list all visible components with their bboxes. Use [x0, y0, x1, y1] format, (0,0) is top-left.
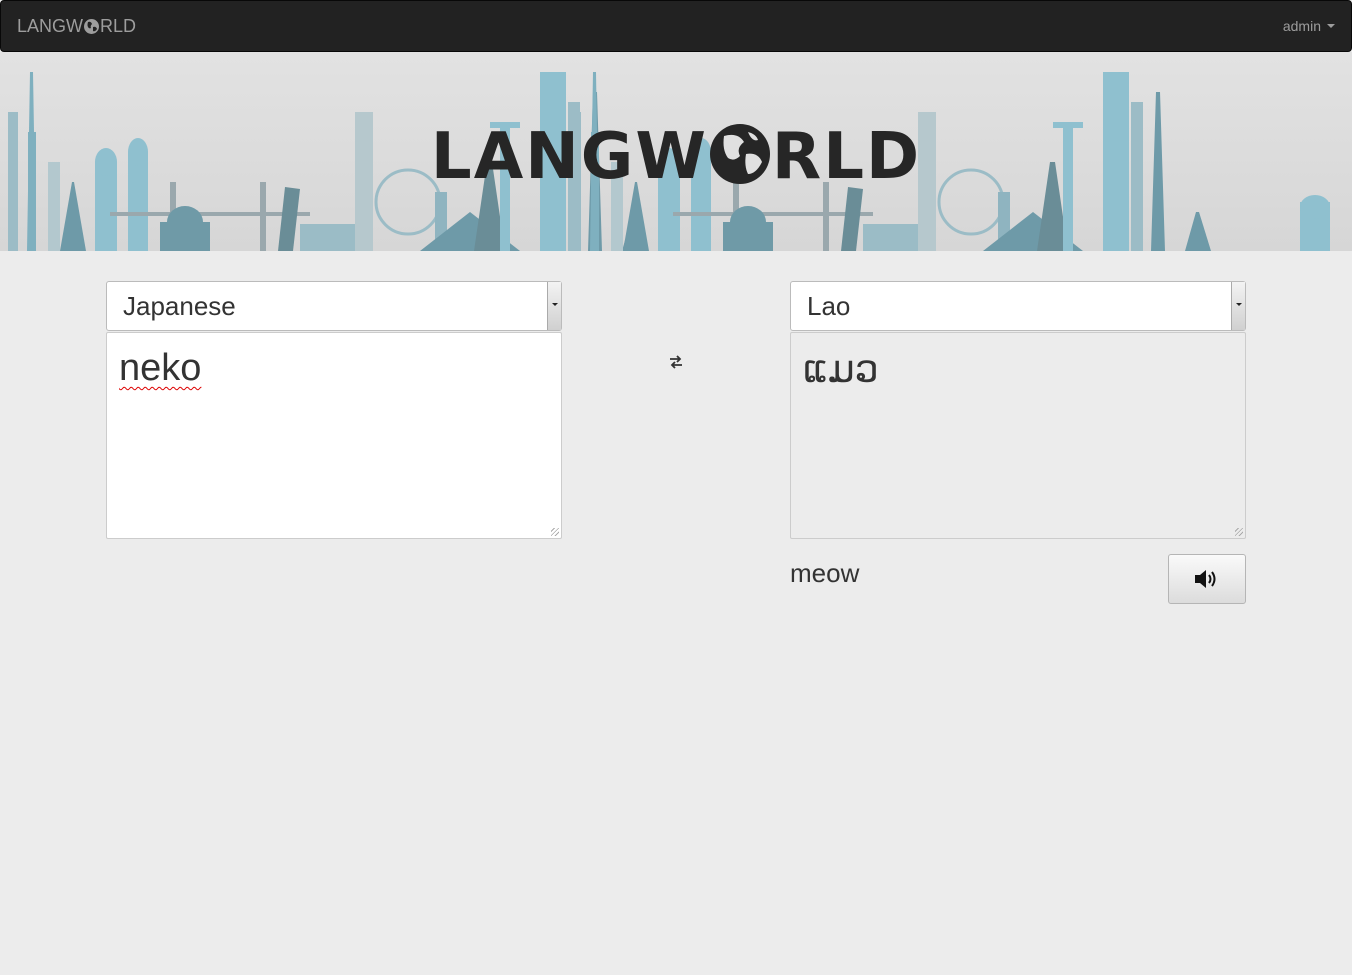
source-language-value: Japanese	[123, 291, 236, 321]
select-arrow-icon	[547, 282, 561, 330]
resize-handle[interactable]	[551, 528, 559, 536]
volume-up-icon	[1195, 570, 1216, 588]
user-menu-dropdown[interactable]: admin	[1283, 18, 1335, 34]
globe-icon	[709, 124, 770, 184]
caret-down-icon	[1327, 24, 1335, 28]
globe-icon	[84, 19, 100, 34]
target-text: ແມວ	[803, 349, 879, 391]
target-language-value: Lao	[807, 291, 851, 321]
source-language-select[interactable]: Japanese	[106, 281, 562, 331]
target-language-select[interactable]: Lao	[790, 281, 1246, 331]
hero-logo: LANGW RLD	[0, 120, 1352, 194]
resize-handle[interactable]	[1235, 528, 1243, 536]
source-text-input[interactable]: neko	[106, 332, 562, 539]
target-text-output[interactable]: ແມວ	[790, 332, 1246, 539]
hero-logo-prefix: LANGW	[430, 120, 708, 194]
source-text: neko	[119, 347, 202, 389]
transliteration-text: meow	[790, 558, 860, 588]
hero-banner: LANGW RLD	[0, 52, 1352, 251]
user-name: admin	[1282, 18, 1321, 34]
brand-suffix: RLD	[100, 16, 137, 36]
hero-logo-suffix: RLD	[771, 120, 922, 194]
top-navbar: LANGW RLD admin	[0, 0, 1352, 52]
navbar-brand[interactable]: LANGW RLD	[17, 16, 136, 37]
speak-button[interactable]	[1168, 554, 1246, 604]
select-arrow-icon	[1231, 282, 1245, 330]
brand-prefix: LANGW	[17, 16, 84, 36]
swap-arrows-icon[interactable]	[668, 355, 684, 369]
